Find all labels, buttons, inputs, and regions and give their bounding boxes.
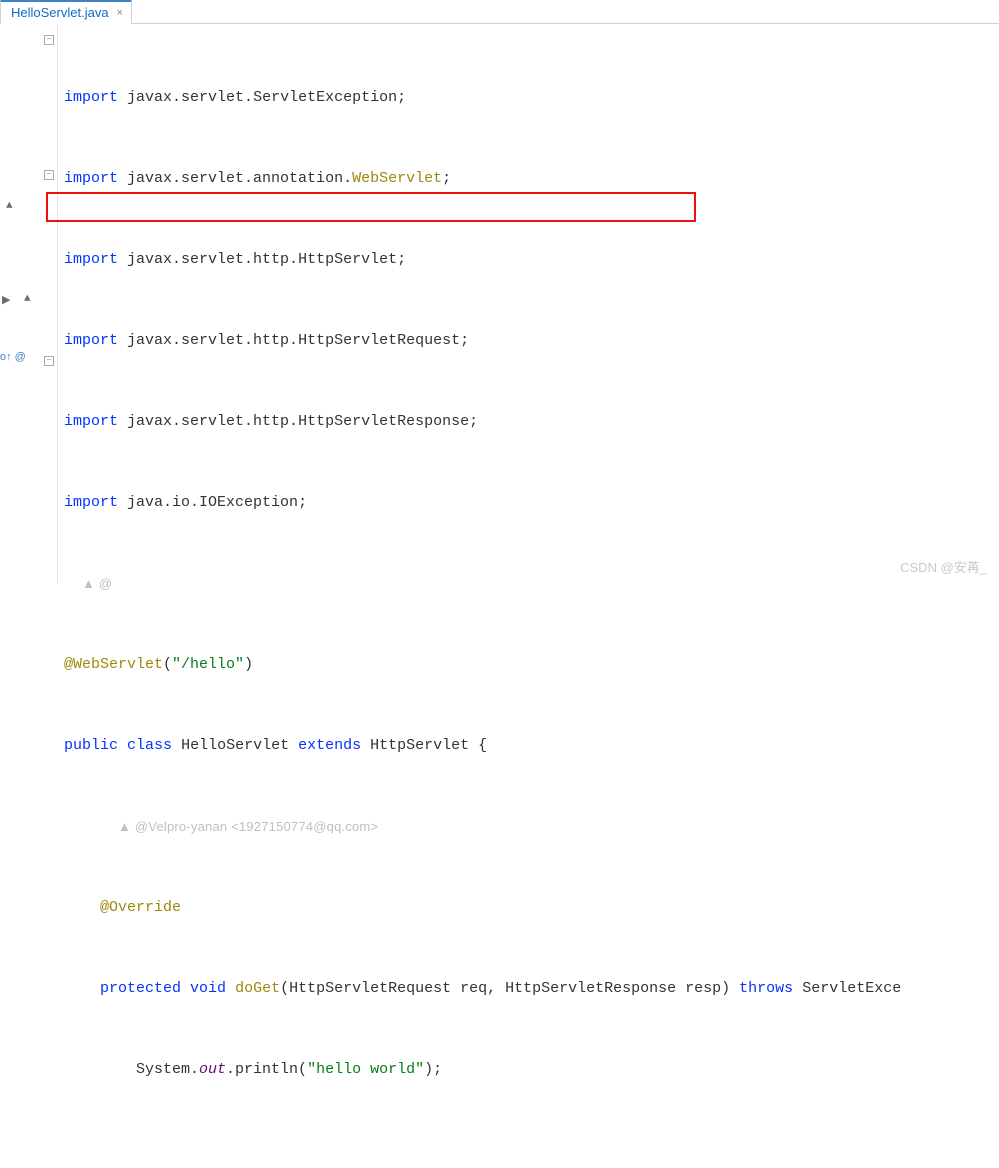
import-line: import javax.servlet.http.HttpServlet; [64, 246, 999, 273]
import-line: import javax.servlet.http.HttpServletReq… [64, 327, 999, 354]
editor: − − ▲ ▶ ▲ o↑ @ − import javax.servlet.Se… [0, 24, 999, 584]
class-decl-line: public class HelloServlet extends HttpSe… [64, 732, 999, 759]
import-line: import javax.servlet.http.HttpServletRes… [64, 408, 999, 435]
blank-line [64, 1137, 999, 1164]
override-line: @Override [64, 894, 999, 921]
code-area[interactable]: import javax.servlet.ServletException; i… [58, 24, 999, 584]
import-line: import java.io.IOException; [64, 489, 999, 516]
gutter[interactable]: − − ▲ ▶ ▲ o↑ @ − [0, 24, 58, 584]
import-line: import javax.servlet.annotation.WebServl… [64, 165, 999, 192]
watermark: CSDN @安苒_ [900, 557, 987, 576]
annotation-line: @WebServlet("/hello") [64, 651, 999, 678]
body-line: System.out.println("hello world"); [64, 1056, 999, 1083]
override-icon[interactable]: o↑ @ [0, 351, 26, 363]
tab-bar: HelloServlet.java × [0, 0, 999, 24]
vcs-author-line: ▲ @Velpro-yanan <1927150774@qq.com> [64, 813, 999, 840]
author-icon: ▲ [6, 200, 13, 212]
tab-title: HelloServlet.java [11, 5, 109, 20]
fold-icon[interactable]: − [44, 170, 54, 180]
close-icon[interactable]: × [117, 7, 123, 19]
method-decl-line: protected void doGet(HttpServletRequest … [64, 975, 999, 1002]
import-line: import javax.servlet.ServletException; [64, 84, 999, 111]
fold-icon[interactable]: − [44, 35, 54, 45]
fold-icon[interactable]: − [44, 356, 54, 366]
author-icon: ▲ [24, 293, 31, 305]
run-icon[interactable]: ▶ [2, 293, 10, 306]
editor-tab[interactable]: HelloServlet.java × [0, 0, 132, 24]
